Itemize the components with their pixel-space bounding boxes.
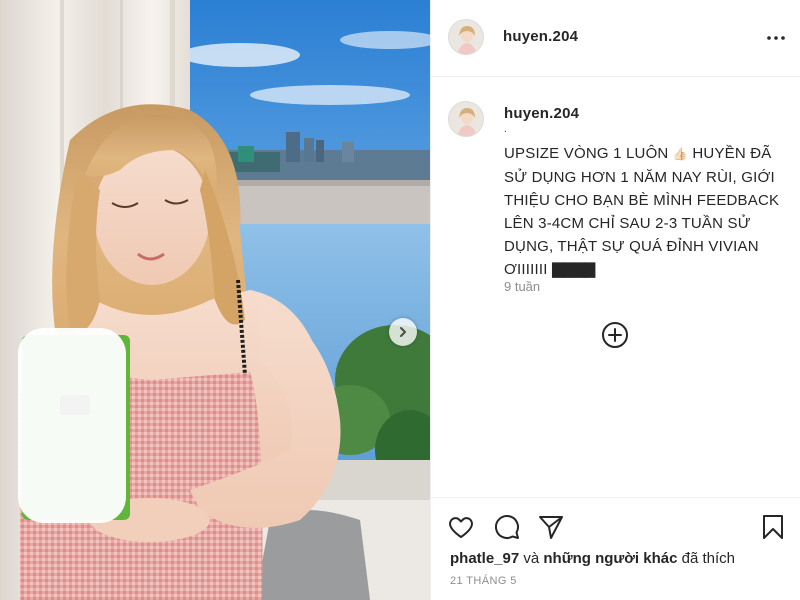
share-icon [539,516,563,539]
chevron-right-icon [400,327,406,337]
caption-text: UPSIZE VÒNG 1 LUÔN [504,145,669,162]
more-options-button[interactable] [766,28,786,48]
caption-marker: . [504,124,507,135]
plus-circle-icon [602,322,628,348]
avatar-image [449,20,483,54]
post-author-username[interactable]: huyen.204 [503,28,578,45]
liked-by-others-link[interactable]: những người khác [543,550,677,567]
post-header: huyen.204 [431,0,800,77]
post-date[interactable]: 21 THÁNG 5 [450,575,517,587]
share-button[interactable] [537,513,565,541]
comment-button[interactable] [493,513,521,541]
caption-bars: ▇▇▇▇ [552,260,595,278]
liked-by-line: phatle_97 và những người khác đã thích [450,550,735,567]
post-caption: UPSIZE VÒNG 1 LUÔN 👍🏻 HUYỀN ĐÃ SỬ DỤNG H… [504,142,794,281]
save-button[interactable] [759,513,787,541]
caption-author-username[interactable]: huyen.204 [504,105,579,122]
thumbs-up-emoji: 👍🏻 [672,147,689,161]
bookmark-icon [763,515,783,539]
post-photo [0,0,430,600]
post-image [0,0,430,600]
heart-icon [449,517,473,538]
caption-avatar[interactable] [448,101,484,137]
caption-text-rest: HUYỀN ĐÃ SỬ DỤNG HƠN 1 NĂM NAY RÙI, GIỚI… [504,145,780,278]
caption-timestamp: 9 tuần [504,279,541,294]
comment-icon [495,515,519,539]
load-more-comments-button[interactable] [601,321,629,349]
like-button[interactable] [447,513,475,541]
more-options-icon [767,36,785,40]
post-actions-bar: phatle_97 và những người khác đã thích 2… [431,497,800,600]
carousel-next-button[interactable] [389,318,417,346]
avatar-image [449,102,483,136]
post-details-panel: huyen.204 huyen.204 . UPSIZE VÒNG 1 LUÔN… [430,0,800,600]
avatar[interactable] [448,19,484,55]
liked-by-suffix: đã thích [681,550,735,567]
liked-by-and: và [523,550,540,567]
liked-by-username[interactable]: phatle_97 [450,550,519,567]
